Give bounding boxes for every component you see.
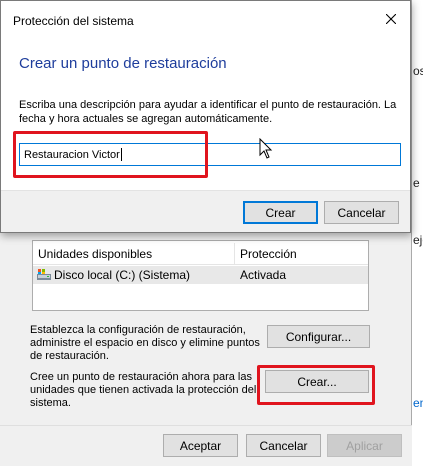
protection-drives-list[interactable]: Unidades disponibles Protección Disco lo…: [32, 240, 369, 311]
dialog-footer: Crear Cancelar: [1, 190, 410, 232]
dialog-title: Protección del sistema: [13, 14, 134, 28]
edge-text: ejo: [413, 233, 423, 247]
dialog-heading: Crear un punto de restauración: [19, 55, 227, 72]
drive-name: Disco local (C:) (Sistema): [54, 268, 191, 282]
create-description: Cree un punto de restauración ahora para…: [30, 371, 257, 409]
restore-point-name-input[interactable]: Restauracion Victor: [19, 143, 401, 166]
dialog-description: Escriba una descripción para ayudar a id…: [19, 99, 397, 125]
drive-protection-status: Activada: [240, 268, 287, 282]
column-header-protection[interactable]: Protección: [240, 247, 297, 261]
apply-button[interactable]: Aplicar: [327, 434, 402, 457]
edge-text: os: [413, 64, 423, 78]
configure-button[interactable]: Configurar...: [267, 325, 370, 348]
edge-text: e 6: [413, 176, 423, 190]
accept-button[interactable]: Aceptar: [163, 434, 238, 457]
edge-link[interactable]: enc: [413, 396, 423, 410]
create-restore-point-button[interactable]: Crear...: [265, 370, 369, 393]
text-cursor-icon: [259, 138, 273, 159]
list-header: Unidades disponibles Protección: [33, 241, 368, 265]
create-restore-point-dialog: Protección del sistema Crear un punto de…: [0, 0, 411, 233]
column-separator: [234, 243, 235, 265]
cancel-dialog-button[interactable]: Cancelar: [324, 201, 399, 224]
text-caret: [120, 148, 122, 161]
table-row[interactable]: Disco local (C:) (Sistema) Activada: [33, 266, 368, 284]
disk-drive-icon: [37, 269, 51, 280]
cancel-button[interactable]: Cancelar: [246, 434, 321, 457]
column-header-units[interactable]: Unidades disponibles: [38, 247, 152, 261]
configure-description: Establezca la configuración de restaurac…: [30, 324, 260, 362]
dialog-button-bar: Aceptar Cancelar Aplicar: [0, 425, 412, 466]
background-window-edge: os e 6 ejo enc: [412, 0, 423, 466]
close-icon[interactable]: [382, 10, 400, 28]
create-button[interactable]: Crear: [243, 201, 318, 224]
input-value: Restauracion Victor: [24, 148, 120, 161]
